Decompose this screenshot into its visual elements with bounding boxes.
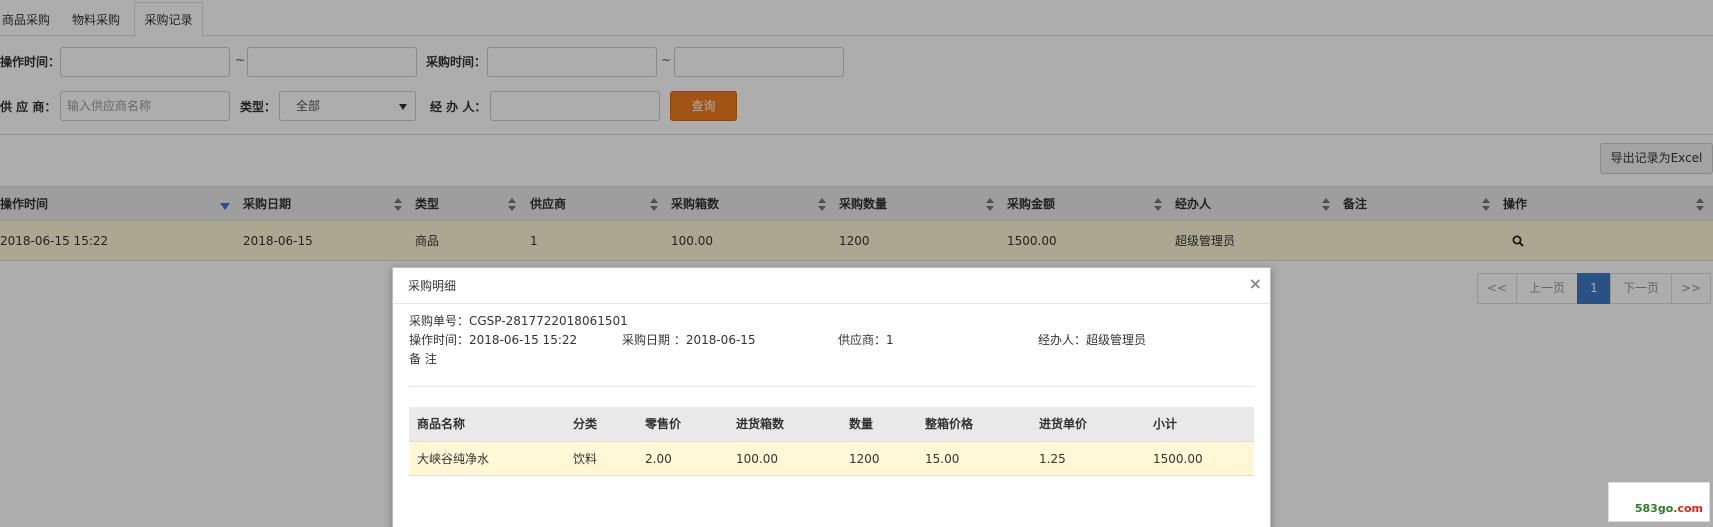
detail-header-subtotal: 小计 — [1153, 417, 1178, 431]
detail-header-quantity: 数量 — [849, 417, 874, 431]
detail-cell-unit-price: 1.25 — [1039, 452, 1066, 466]
detail-supplier: 供应商：1 — [838, 333, 894, 347]
modal-header: 采购明细 × — [393, 268, 1270, 304]
detail-header-unit-price: 进货单价 — [1039, 417, 1088, 431]
detail-cell-name: 大峡谷纯净水 — [417, 452, 490, 466]
modal-title: 采购明细 — [408, 279, 457, 293]
detail-table-header: 商品名称 分类 零售价 进货箱数 数量 整箱价格 进货单价 小计 — [409, 407, 1254, 442]
order-number: 采购单号：CGSP-2817722018061501 — [409, 314, 628, 328]
detail-operate-time: 操作时间：2018-06-15 15:22 — [409, 333, 578, 347]
detail-handler: 经办人：超级管理员 — [1038, 333, 1147, 347]
modal-divider — [409, 386, 1254, 387]
detail-header-name: 商品名称 — [417, 417, 466, 431]
detail-purchase-date: 采购日期 ：2018-06-15 — [622, 333, 756, 347]
detail-cell-box-price: 15.00 — [925, 452, 960, 466]
detail-header-box-price: 整箱价格 — [925, 417, 974, 431]
site-watermark-logo: 583go.com — [1608, 482, 1710, 522]
close-icon[interactable]: × — [1249, 274, 1262, 294]
detail-header-retail-price: 零售价 — [645, 417, 682, 431]
table-row: 大峡谷纯净水 饮料 2.00 100.00 1200 15.00 1.25 15… — [409, 442, 1254, 476]
detail-remark: 备 注 — [409, 352, 437, 366]
detail-header-category: 分类 — [573, 417, 598, 431]
detail-cell-category: 饮料 — [573, 452, 598, 466]
purchase-records-page: 商品采购 物料采购 采购记录 操作时间： ~ 采购时间： ~ 供 应 商： 类型… — [0, 0, 1713, 527]
detail-cell-retail-price: 2.00 — [645, 452, 672, 466]
detail-cell-subtotal: 1500.00 — [1153, 452, 1203, 466]
detail-header-boxes: 进货箱数 — [736, 417, 785, 431]
purchase-detail-modal: 采购明细 × 采购单号：CGSP-2817722018061501 操作时间：2… — [392, 267, 1271, 527]
detail-cell-boxes: 100.00 — [736, 452, 778, 466]
detail-cell-quantity: 1200 — [849, 452, 880, 466]
watermark-text: 583go.com — [1634, 502, 1703, 515]
